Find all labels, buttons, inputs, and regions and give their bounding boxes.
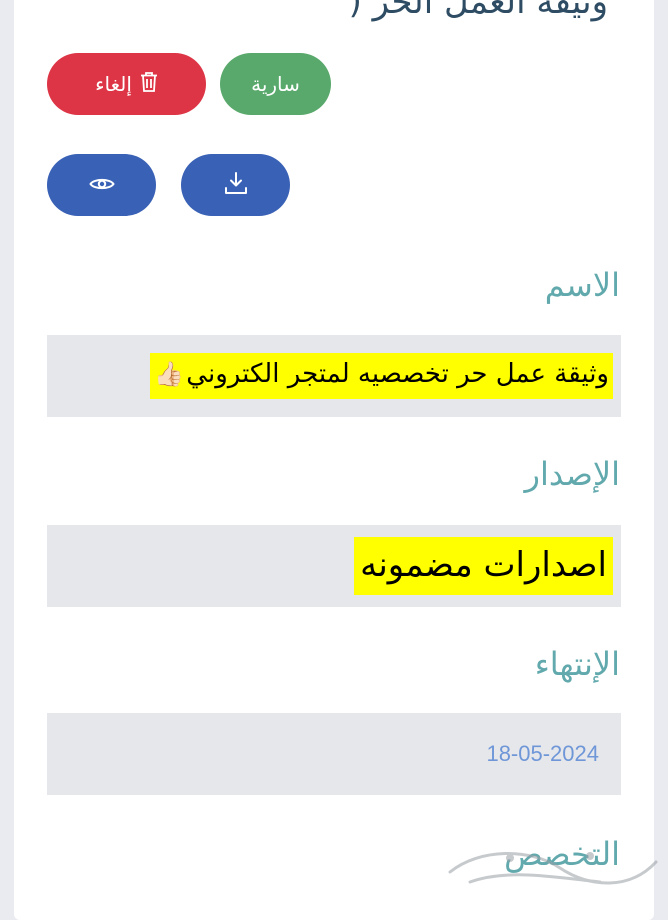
- issue-field: اصدارات مضمونه: [47, 525, 621, 607]
- download-button[interactable]: [181, 154, 290, 216]
- issue-value: اصدارات مضمونه: [354, 536, 613, 596]
- eye-icon: [88, 173, 115, 197]
- trash-icon: [140, 71, 158, 98]
- cancel-button[interactable]: إلغاء: [47, 53, 206, 115]
- name-field: وثيقة عمل حر تخصصيه لمتجر الكتروني👍🏻: [47, 335, 621, 417]
- expiry-field: 18-05-2024: [47, 713, 621, 795]
- thumbs-up-emoji: 👍🏻: [154, 360, 185, 389]
- status-active-button[interactable]: سارية: [220, 53, 331, 115]
- status-label: سارية: [251, 72, 300, 96]
- download-icon: [224, 171, 248, 200]
- view-button[interactable]: [47, 154, 156, 216]
- expiry-value: 18-05-2024: [486, 741, 599, 766]
- document-title: وثيقة العمل الحر (: [348, 0, 608, 22]
- issue-label: الإصدار: [524, 455, 620, 493]
- cancel-button-label: إلغاء: [95, 72, 132, 96]
- watermark-logo: [448, 852, 658, 885]
- name-value-highlight: وثيقة عمل حر تخصصيه لمتجر الكتروني👍🏻: [150, 353, 613, 399]
- name-label: الاسم: [544, 266, 620, 304]
- expiry-label: الإنتهاء: [534, 645, 620, 683]
- name-value: وثيقة عمل حر تخصصيه لمتجر الكتروني: [186, 359, 609, 390]
